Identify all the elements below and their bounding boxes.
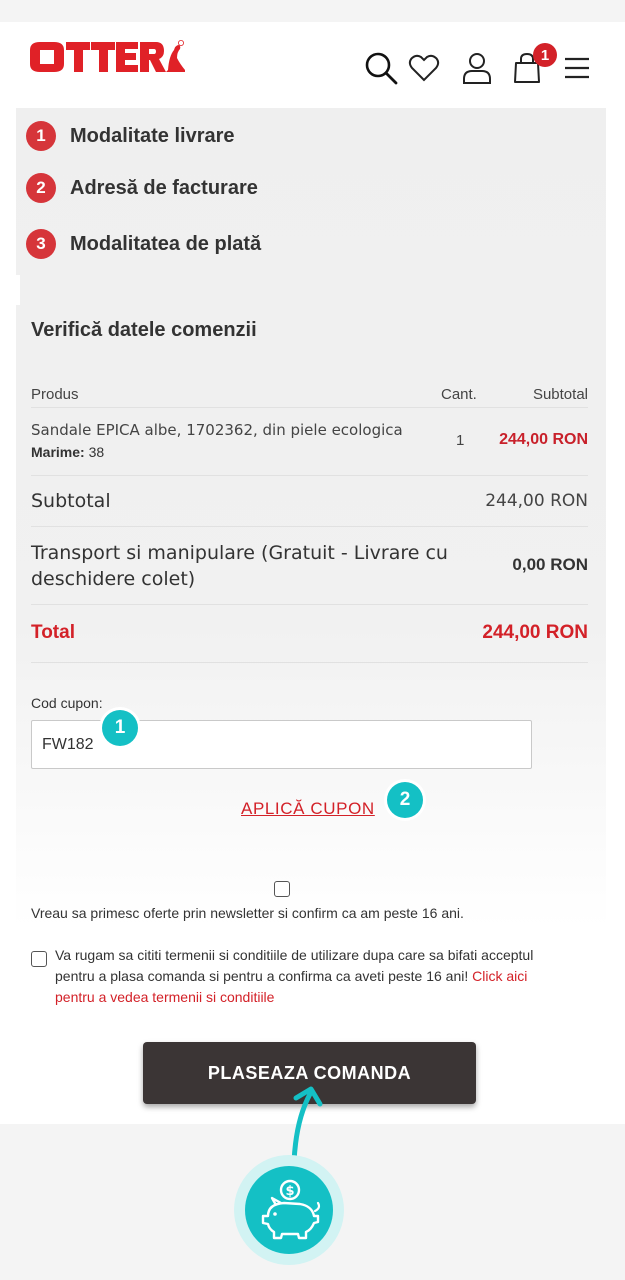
terms-body: Va rugam sa cititi termenii si conditiil… bbox=[55, 947, 534, 984]
annotation-badge: 1 bbox=[102, 710, 138, 746]
terms-text: Va rugam sa cititi termenii si conditiil… bbox=[55, 945, 535, 1008]
user-icon[interactable] bbox=[460, 50, 494, 86]
size-label: Marime: bbox=[31, 444, 85, 460]
coupon-label: Cod cupon: bbox=[31, 695, 103, 711]
subtotal-value: 244,00 RON bbox=[485, 491, 588, 511]
search-icon[interactable] bbox=[362, 50, 400, 86]
subtotal-label: Subtotal bbox=[31, 490, 111, 512]
divider bbox=[31, 407, 588, 408]
divider bbox=[31, 604, 588, 605]
step-number-badge: 3 bbox=[26, 229, 56, 259]
annotation-badge: 2 bbox=[387, 782, 423, 818]
shipping-label: Transport si manipulare (Gratuit - Livra… bbox=[31, 542, 448, 590]
product-qty: 1 bbox=[456, 432, 465, 449]
step-billing-address[interactable]: 2 Adresă de facturare bbox=[26, 172, 258, 204]
column-header-subtotal: Subtotal bbox=[532, 386, 588, 403]
total-value: 244,00 RON bbox=[482, 622, 588, 643]
order-review-title: Verifică datele comenzii bbox=[31, 319, 257, 341]
column-header-product: Produs bbox=[31, 386, 79, 403]
newsletter-text: Vreau sa primesc oferte prin newsletter … bbox=[31, 905, 464, 921]
step-number-badge: 2 bbox=[26, 173, 56, 203]
product-price: 244,00 RON bbox=[499, 431, 588, 448]
divider bbox=[31, 662, 588, 663]
panel-notch bbox=[16, 275, 20, 305]
step-delivery-method[interactable]: 1 Modalitate livrare bbox=[26, 120, 235, 152]
menu-icon[interactable] bbox=[561, 50, 593, 86]
divider bbox=[31, 526, 588, 527]
step-number-badge: 1 bbox=[26, 121, 56, 151]
step-label: Adresă de facturare bbox=[70, 176, 258, 199]
heart-icon[interactable] bbox=[407, 50, 441, 86]
otter-logo[interactable] bbox=[28, 40, 186, 76]
step-payment-method[interactable]: 3 Modalitatea de plată bbox=[26, 228, 261, 260]
divider bbox=[31, 475, 588, 476]
step-label: Modalitatea de plată bbox=[70, 232, 262, 255]
piggy-bank-icon: $ bbox=[245, 1166, 333, 1254]
svg-text:$: $ bbox=[285, 1184, 294, 1199]
top-strip bbox=[0, 0, 625, 22]
terms-checkbox[interactable] bbox=[31, 951, 47, 967]
step-label: Modalitate livrare bbox=[70, 124, 235, 147]
total-label: Total bbox=[31, 622, 75, 643]
size-value: 38 bbox=[88, 444, 105, 460]
product-size: Marime: 38 bbox=[31, 444, 104, 460]
cart-count-badge: 1 bbox=[533, 43, 557, 67]
newsletter-checkbox[interactable] bbox=[274, 881, 290, 897]
apply-coupon-link[interactable]: APLICĂ CUPON bbox=[241, 799, 375, 819]
column-header-qty: Cant. bbox=[441, 386, 477, 403]
product-name: Sandale EPICA albe, 1702362, din piele e… bbox=[31, 421, 403, 439]
shipping-value: 0,00 RON bbox=[512, 555, 588, 574]
